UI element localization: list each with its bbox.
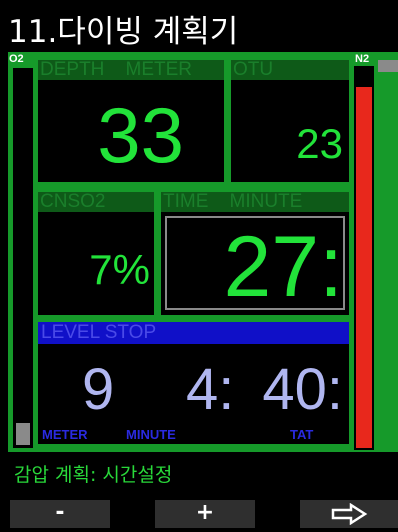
level-stop-time: 4: (186, 357, 235, 422)
n2-gauge-fill (356, 87, 372, 448)
otu-panel: OTU 23 (229, 58, 351, 184)
time-value: 27: (223, 219, 343, 315)
level-stop-header: LEVEL STOP (38, 322, 349, 344)
next-button[interactable] (300, 500, 398, 528)
level-stop-tat: 40: (262, 357, 343, 422)
cns-value: 7% (89, 246, 150, 293)
scroll-indicator (378, 60, 398, 72)
o2-gauge-label: O2 (9, 53, 24, 65)
plus-button[interactable]: + (155, 500, 255, 528)
level-stop-depth: 9 (82, 357, 115, 422)
n2-gauge-label: N2 (355, 53, 370, 65)
minus-button[interactable]: - (10, 500, 110, 528)
arrow-right-outline-icon (331, 502, 368, 526)
depth-header: DEPTH METER (38, 60, 224, 80)
plus-button-label: + (195, 500, 215, 525)
time-header: TIME MINUTE (161, 192, 349, 212)
level-stop-depth-unit: METER (42, 427, 88, 442)
cns-header: CNSO2 (38, 192, 154, 212)
screen-title: 11.다이빙 계획기 (8, 14, 239, 50)
level-stop-panel: LEVEL STOP 9 4: 40: METER MINUTE TAT (36, 320, 351, 446)
depth-panel: DEPTH METER 33 (36, 58, 226, 184)
o2-gauge-fill (16, 423, 30, 445)
otu-header: OTU (231, 60, 349, 80)
depth-value: 33 (97, 91, 184, 179)
decompression-plan-status: 감압 계획: 시간설정 (14, 464, 173, 486)
time-panel: TIME MINUTE 27: (159, 190, 351, 317)
level-stop-tat-unit: TAT (290, 427, 314, 442)
otu-value: 23 (296, 120, 343, 167)
level-stop-time-unit: MINUTE (126, 427, 176, 442)
n2-gauge (354, 66, 374, 450)
minus-button-label: - (55, 500, 65, 525)
cns-panel: CNSO2 7% (36, 190, 156, 317)
o2-gauge (13, 68, 33, 448)
